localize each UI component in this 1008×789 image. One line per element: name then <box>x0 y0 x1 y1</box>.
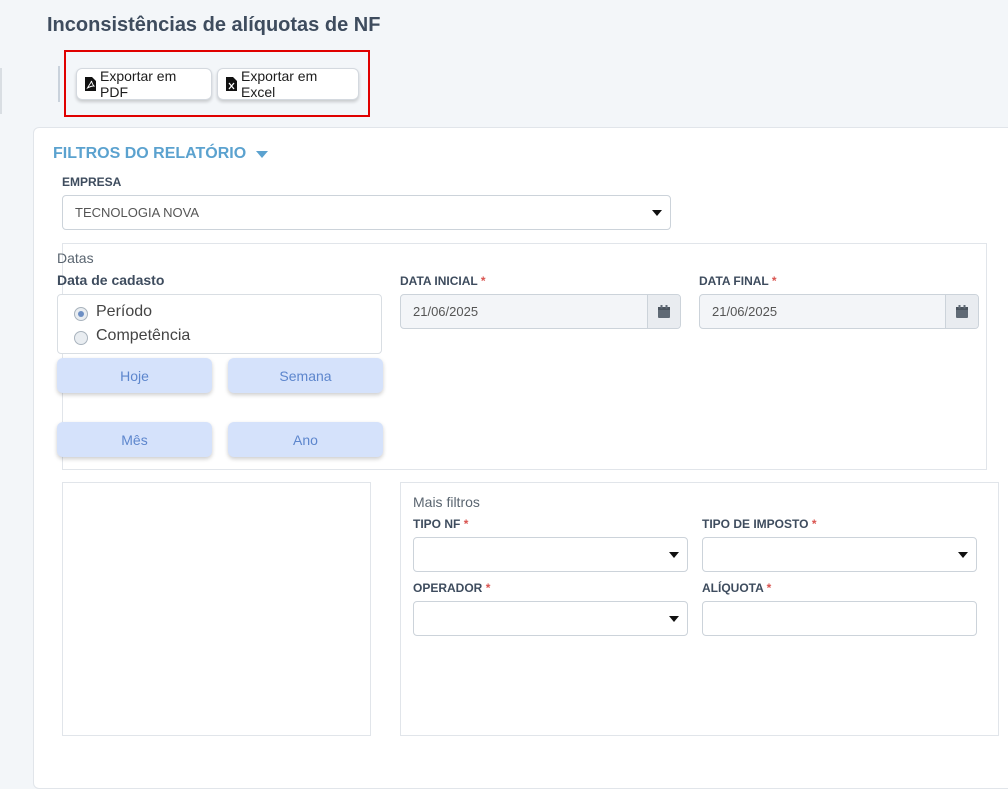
calendar-icon[interactable] <box>647 295 680 328</box>
chevron-down-icon <box>958 551 968 558</box>
radio-competencia[interactable]: Competência <box>74 327 190 345</box>
start-date-value[interactable]: 21/06/2025 <box>401 295 647 328</box>
operador-label: OPERADOR * <box>413 581 491 595</box>
chevron-down-icon <box>669 615 679 622</box>
aliquota-label: ALÍQUOTA * <box>702 581 772 595</box>
end-date-field[interactable]: 21/06/2025 <box>699 294 979 329</box>
chevron-down-icon <box>652 209 662 216</box>
quick-year-button[interactable]: Ano <box>228 422 383 457</box>
empresa-label: EMPRESA <box>62 175 122 189</box>
caret-down-icon <box>256 150 269 158</box>
radio-competencia-label: Competência <box>96 327 191 344</box>
start-date-label: DATA INICIAL * <box>400 274 486 288</box>
toolbar-divider <box>58 66 60 102</box>
tipo-imposto-label: TIPO DE IMPOSTO * <box>702 517 817 531</box>
end-date-label: DATA FINAL * <box>699 274 777 288</box>
empty-panel <box>62 482 371 736</box>
tipo-nf-label: TIPO NF * <box>413 517 469 531</box>
filters-toggle[interactable]: FILTROS DO RELATÓRIO <box>53 145 269 163</box>
start-date-field[interactable]: 21/06/2025 <box>400 294 681 329</box>
dates-group-title: Datas <box>57 250 94 266</box>
filters-title: FILTROS DO RELATÓRIO <box>53 145 247 162</box>
empresa-value: TECNOLOGIA NOVA <box>75 205 200 220</box>
export-buttons-highlight <box>64 50 370 117</box>
end-date-value[interactable]: 21/06/2025 <box>700 295 945 328</box>
left-edge-bar <box>0 68 2 114</box>
tipo-nf-select[interactable] <box>413 537 688 572</box>
more-filters-title: Mais filtros <box>413 494 480 510</box>
radio-periodo-indicator[interactable] <box>74 306 88 321</box>
radio-competencia-indicator[interactable] <box>74 330 88 345</box>
calendar-icon[interactable] <box>945 295 978 328</box>
quick-today-button[interactable]: Hoje <box>57 358 212 393</box>
radio-periodo[interactable]: Período <box>74 303 152 321</box>
radio-periodo-label: Período <box>96 303 153 320</box>
empresa-select[interactable]: TECNOLOGIA NOVA <box>62 195 671 230</box>
tipo-imposto-select[interactable] <box>702 537 977 572</box>
chevron-down-icon <box>669 551 679 558</box>
page-title: Inconsistências de alíquotas de NF <box>47 14 381 36</box>
operador-select[interactable] <box>413 601 688 636</box>
quick-week-button[interactable]: Semana <box>228 358 383 393</box>
date-type-label: Data de cadasto <box>57 272 165 288</box>
aliquota-input[interactable] <box>702 601 977 636</box>
quick-month-button[interactable]: Mês <box>57 422 212 457</box>
